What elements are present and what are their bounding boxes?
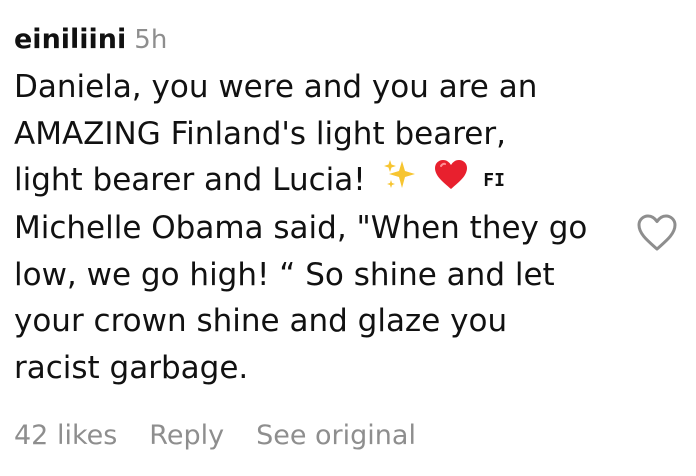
comment-text: Daniela, you were and you are an AMAZING…: [14, 64, 626, 391]
see-original-button[interactable]: See original: [256, 420, 416, 451]
comment-line: AMAZING Finland's light bearer,: [14, 115, 506, 152]
comment-header: einiliini 5h: [14, 24, 626, 64]
comment-line: light bearer and Lucia! FI: [14, 157, 626, 205]
like-button[interactable]: [636, 213, 678, 253]
flag-fi: FI: [483, 170, 505, 192]
comment-line-text: light bearer and Lucia!: [14, 162, 366, 198]
reply-button[interactable]: Reply: [149, 420, 224, 451]
comment-line: Michelle Obama said, "When they go: [14, 210, 588, 247]
heart-outline-icon: [637, 214, 677, 251]
timestamp: 5h: [134, 25, 168, 55]
comment-footer: 42 likes Reply See original: [14, 420, 416, 451]
comment-line: Daniela, you were and you are an: [14, 69, 538, 105]
comment-line: racist garbage.: [14, 349, 249, 386]
likes-count[interactable]: 42 likes: [14, 420, 117, 451]
red-heart-icon: [433, 158, 469, 206]
username[interactable]: einiliini: [14, 24, 126, 55]
comment: einiliini 5h Daniela, you were and you a…: [14, 24, 626, 391]
comment-line: your crown shine and glaze you: [14, 303, 508, 340]
comment-line: low, we go high! “ So shine and let: [14, 256, 555, 293]
sparkles-icon: [382, 158, 418, 206]
